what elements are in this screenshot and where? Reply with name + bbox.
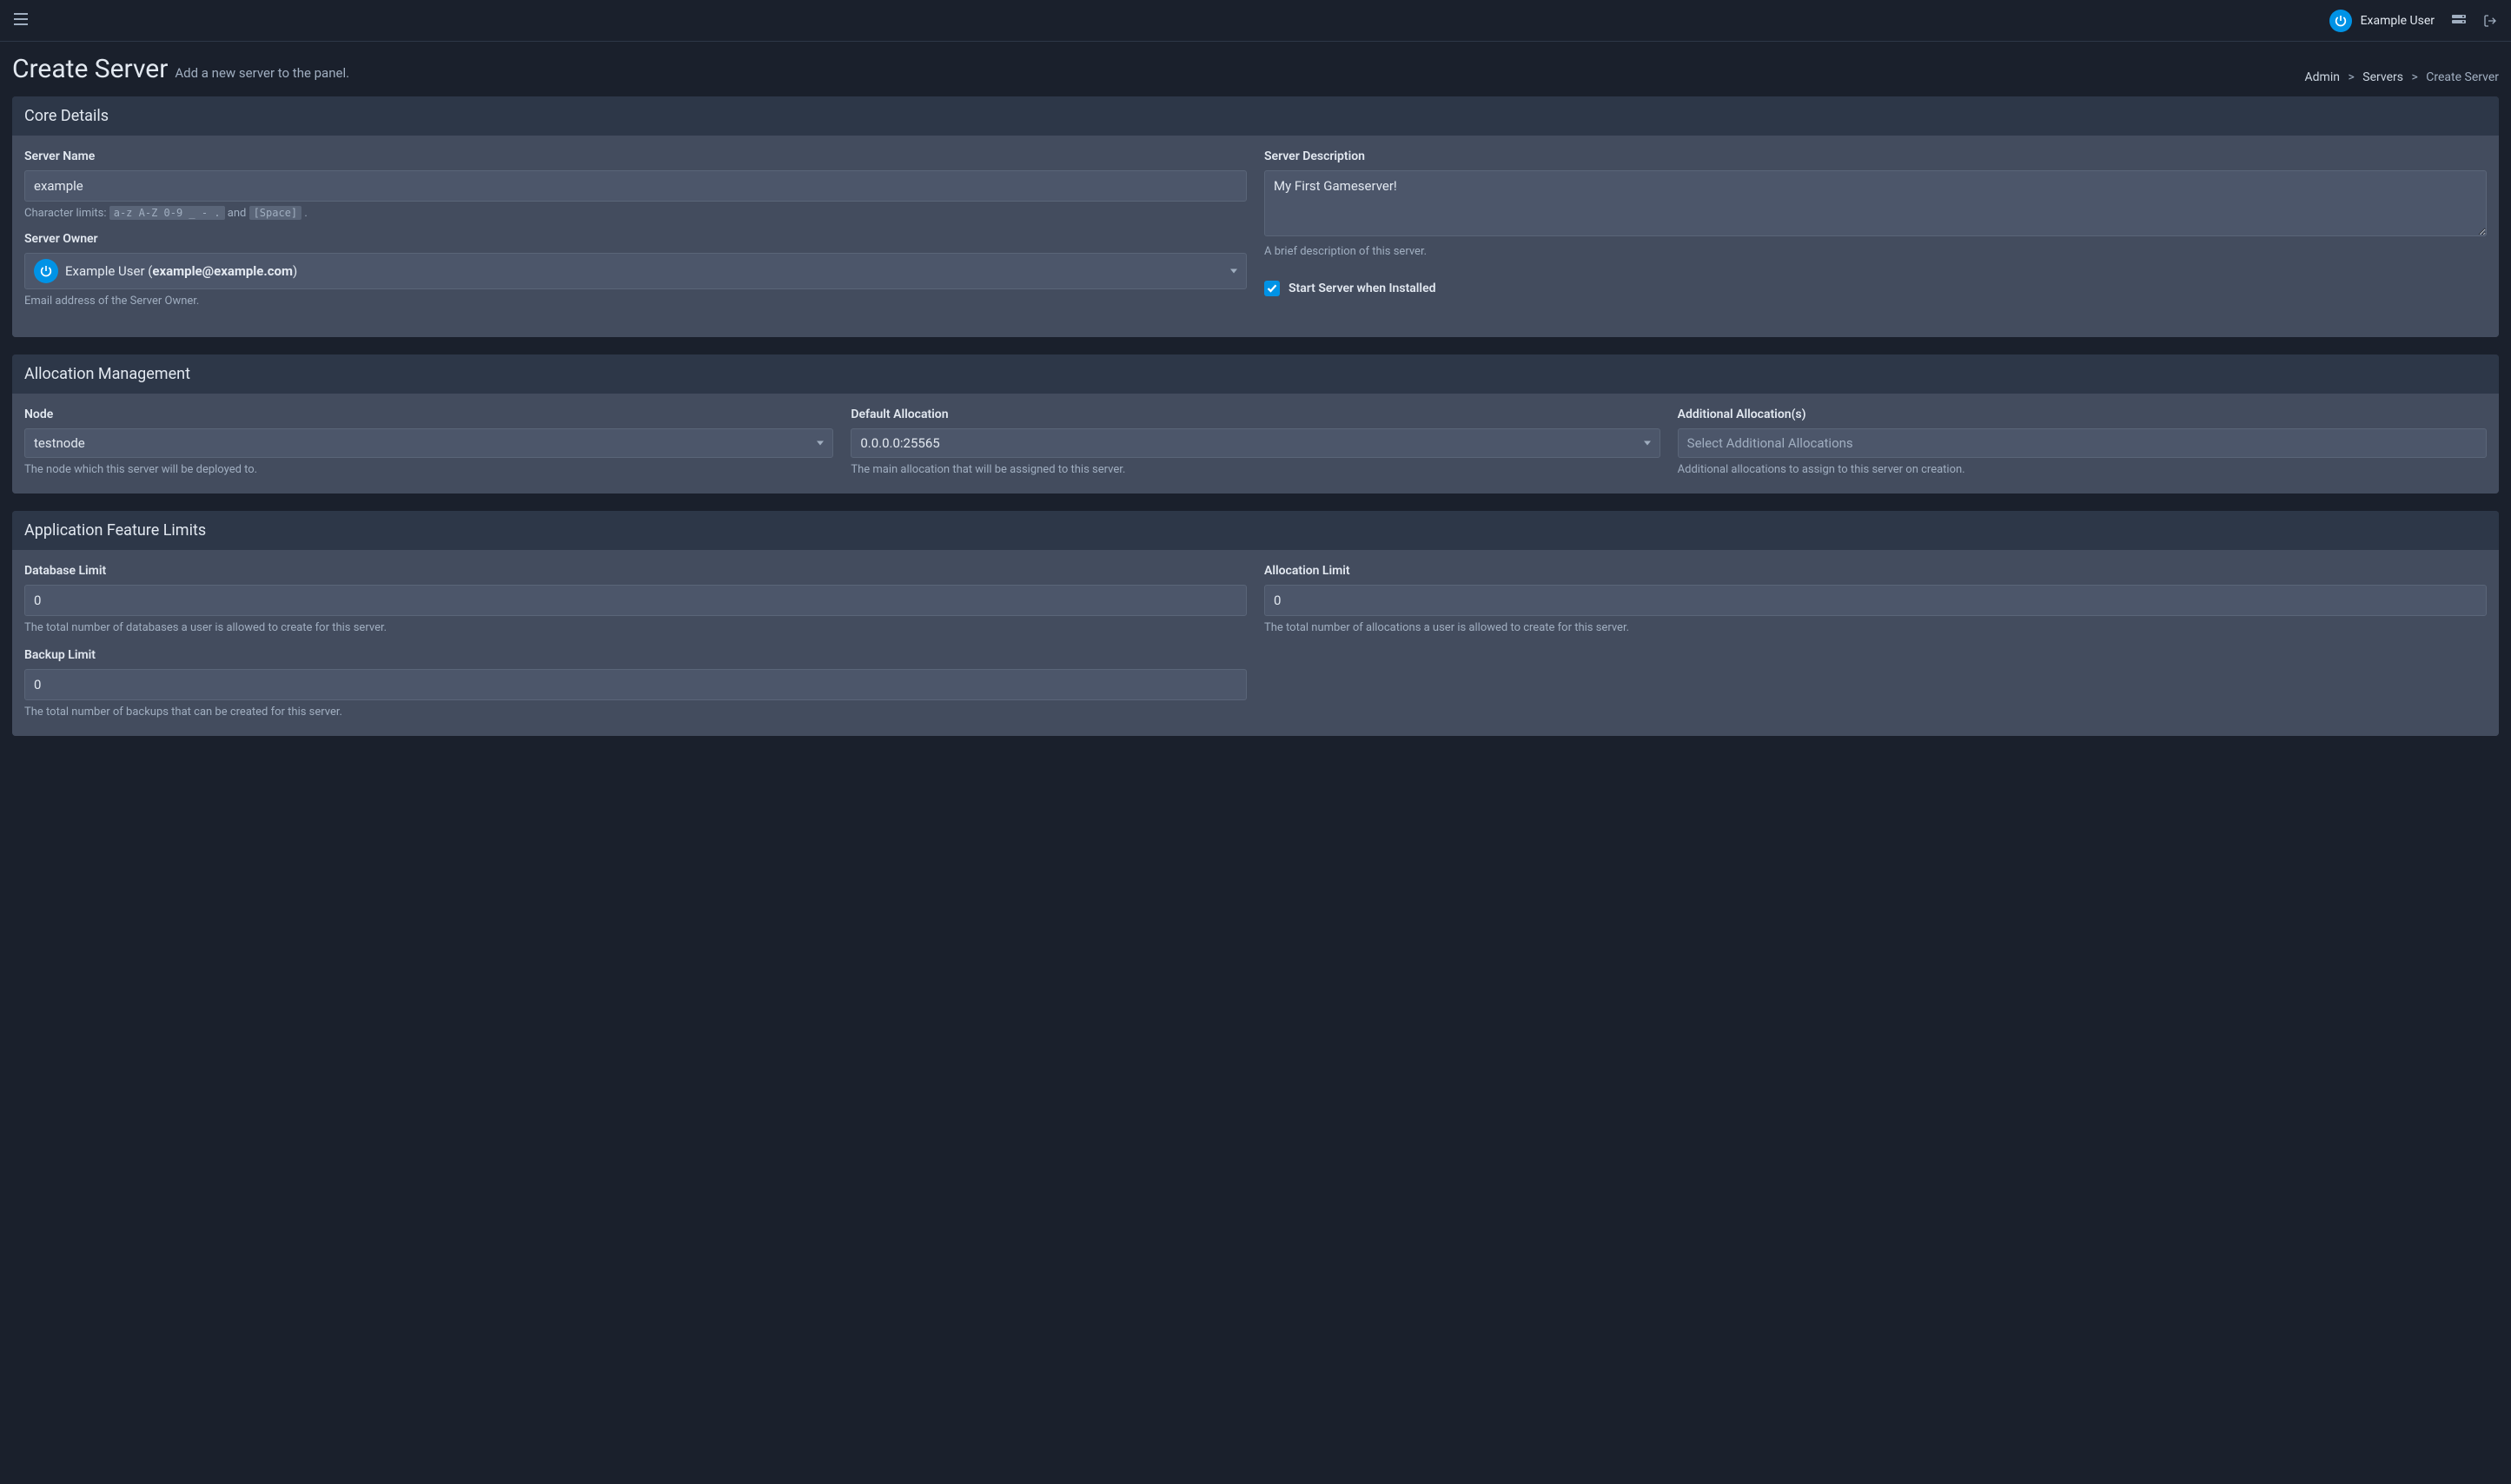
admin-toggle-button[interactable] xyxy=(2452,14,2466,28)
server-owner-select[interactable]: Example User (example@example.com) xyxy=(24,253,1247,289)
backup-limit-label: Backup Limit xyxy=(24,648,1247,662)
server-description-help: A brief description of this server. xyxy=(1264,245,2487,258)
database-limit-label: Database Limit xyxy=(24,564,1247,578)
breadcrumb-admin[interactable]: Admin xyxy=(2305,70,2340,84)
breadcrumb-current: Create Server xyxy=(2426,70,2499,84)
default-allocation-value: 0.0.0.0:25565 xyxy=(860,435,939,451)
server-owner-value: Example User (example@example.com) xyxy=(65,263,297,279)
topbar: Example User xyxy=(0,0,2511,42)
page-title-heading: Create Server xyxy=(12,54,168,84)
additional-allocations-help: Additional allocations to assign to this… xyxy=(1678,463,2487,476)
chevron-down-icon xyxy=(817,441,824,446)
hamburger-icon xyxy=(14,13,28,25)
start-on-install-checkbox[interactable] xyxy=(1264,281,1280,296)
power-icon xyxy=(39,264,53,278)
allocation-limit-input[interactable] xyxy=(1264,585,2487,616)
feature-limits-header: Application Feature Limits xyxy=(12,511,2499,550)
page-subtitle: Add a new server to the panel. xyxy=(175,65,349,81)
allocation-panel: Allocation Management Node testnode The … xyxy=(12,354,2499,494)
core-details-panel: Core Details Server Name Character limit… xyxy=(12,96,2499,337)
breadcrumb-servers[interactable]: Servers xyxy=(2362,70,2403,84)
node-value: testnode xyxy=(34,435,85,451)
start-on-install-label: Start Server when Installed xyxy=(1289,282,1435,295)
allocation-header: Allocation Management xyxy=(12,354,2499,394)
backup-limit-input[interactable] xyxy=(24,669,1247,700)
additional-allocations-placeholder: Select Additional Allocations xyxy=(1687,435,1853,451)
node-label: Node xyxy=(24,407,833,421)
allocation-limit-help: The total number of allocations a user i… xyxy=(1264,621,2487,634)
default-allocation-help: The main allocation that will be assigne… xyxy=(851,463,1660,476)
hamburger-menu-button[interactable] xyxy=(14,13,28,29)
server-owner-help: Email address of the Server Owner. xyxy=(24,295,1247,308)
allocation-limit-label: Allocation Limit xyxy=(1264,564,2487,578)
backup-limit-help: The total number of backups that can be … xyxy=(24,706,1247,719)
server-name-input[interactable] xyxy=(24,170,1247,202)
server-name-label: Server Name xyxy=(24,149,1247,163)
additional-allocations-label: Additional Allocation(s) xyxy=(1678,407,2487,421)
server-description-label: Server Description xyxy=(1264,149,2487,163)
layers-icon xyxy=(2452,14,2466,28)
user-avatar xyxy=(2329,10,2352,32)
default-allocation-select[interactable]: 0.0.0.0:25565 xyxy=(851,428,1660,458)
chevron-down-icon xyxy=(1644,441,1651,446)
chevron-down-icon xyxy=(1230,269,1237,274)
default-allocation-label: Default Allocation xyxy=(851,407,1660,421)
additional-allocations-select[interactable]: Select Additional Allocations xyxy=(1678,428,2487,458)
core-details-header: Core Details xyxy=(12,96,2499,136)
database-limit-help: The total number of databases a user is … xyxy=(24,621,1247,634)
breadcrumb: Admin > Servers > Create Server xyxy=(2305,70,2499,84)
breadcrumb-separator: > xyxy=(2348,70,2354,84)
user-name-label[interactable]: Example User xyxy=(2361,14,2435,28)
feature-limits-panel: Application Feature Limits Database Limi… xyxy=(12,511,2499,736)
owner-avatar xyxy=(34,259,58,283)
server-owner-label: Server Owner xyxy=(24,232,1247,246)
node-help: The node which this server will be deplo… xyxy=(24,463,833,476)
logout-icon xyxy=(2483,14,2497,28)
node-select[interactable]: testnode xyxy=(24,428,833,458)
server-name-help: Character limits: a-z A-Z 0-9 _ - . and … xyxy=(24,207,1247,220)
check-icon xyxy=(1267,283,1277,294)
breadcrumb-separator: > xyxy=(2411,70,2417,84)
power-icon xyxy=(2334,14,2348,28)
server-description-textarea[interactable] xyxy=(1264,170,2487,236)
logout-button[interactable] xyxy=(2483,14,2497,28)
page-title: Create Server Add a new server to the pa… xyxy=(12,54,349,84)
database-limit-input[interactable] xyxy=(24,585,1247,616)
